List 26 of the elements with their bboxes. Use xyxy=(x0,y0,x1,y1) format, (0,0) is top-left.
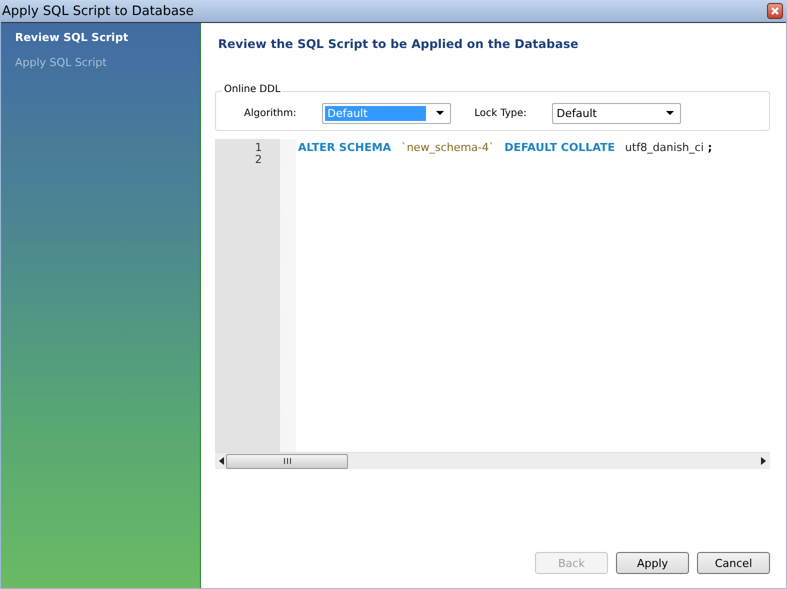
horizontal-scrollbar[interactable] xyxy=(215,452,770,469)
scrollbar-thumb[interactable] xyxy=(226,454,348,468)
scroll-left-icon[interactable] xyxy=(219,457,224,465)
line-number: 1 xyxy=(255,142,262,154)
field-label: Lock Type: xyxy=(474,108,527,118)
caret-icon xyxy=(436,111,444,115)
group-legend: Online DDL xyxy=(222,84,282,95)
dialog-button[interactable]: Cancel xyxy=(697,552,770,574)
code-token: `new_schema-4` xyxy=(401,142,494,154)
code-token: ; xyxy=(708,142,712,154)
code-token: DEFAULT COLLATE xyxy=(504,142,616,154)
sidebar-item[interactable]: Review SQL Script xyxy=(15,31,200,44)
code-editor[interactable]: 1 2 ALTER SCHEMA `new_schema-4` DEFAULT COLLATE utf8_danish_ci ; xyxy=(215,139,770,469)
close-button[interactable] xyxy=(767,3,783,19)
code-token: ALTER SCHEMA xyxy=(298,142,392,154)
dropdown[interactable]: Default xyxy=(552,102,681,124)
line-number: 2 xyxy=(255,154,262,166)
scroll-right-icon[interactable] xyxy=(761,457,766,465)
field-label: Algorithm: xyxy=(244,108,296,118)
window-title: Apply SQL Script to Database xyxy=(2,4,194,18)
close-icon xyxy=(771,7,779,15)
caret-icon xyxy=(666,111,674,115)
dialog-button[interactable]: Apply xyxy=(616,552,689,574)
code-token: utf8_danish_ci xyxy=(625,142,704,154)
page-title: Review the SQL Script to be Applied on the Database xyxy=(218,37,580,51)
grip-icon xyxy=(284,458,290,464)
